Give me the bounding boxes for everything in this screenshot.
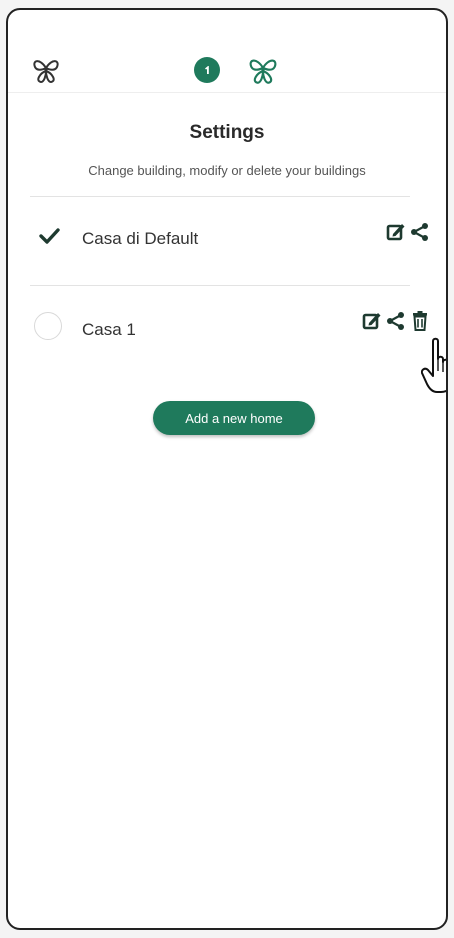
step-number-icon	[205, 66, 209, 74]
share-icon[interactable]	[410, 221, 430, 243]
divider	[30, 196, 410, 197]
home-row-casa-di-default[interactable]: Casa di Default	[8, 209, 446, 269]
home-row-casa-1[interactable]: Casa 1	[8, 298, 446, 358]
home-actions	[386, 221, 430, 243]
edit-icon[interactable]	[386, 221, 406, 243]
butterfly-logo-icon	[249, 59, 277, 84]
home-name: Casa 1	[82, 320, 136, 339]
edit-icon[interactable]	[362, 310, 382, 332]
divider	[30, 285, 410, 286]
home-name: Casa di Default	[82, 229, 199, 248]
hand-pointer-cursor-icon	[421, 337, 446, 393]
app-header	[8, 10, 446, 93]
trash-icon[interactable]	[410, 310, 430, 332]
butterfly-logo-icon	[33, 60, 59, 84]
app-screen: Settings Change building, modify or dele…	[6, 8, 448, 930]
add-home-button[interactable]: Add a new home	[153, 401, 315, 435]
radio-unselected[interactable]	[34, 312, 62, 340]
share-icon[interactable]	[386, 310, 406, 332]
step-indicator	[194, 57, 220, 83]
page-subtitle: Change building, modify or delete your b…	[88, 163, 366, 178]
home-actions	[362, 310, 430, 332]
checkmark-icon[interactable]	[36, 223, 62, 249]
page-title: Settings	[189, 122, 265, 143]
